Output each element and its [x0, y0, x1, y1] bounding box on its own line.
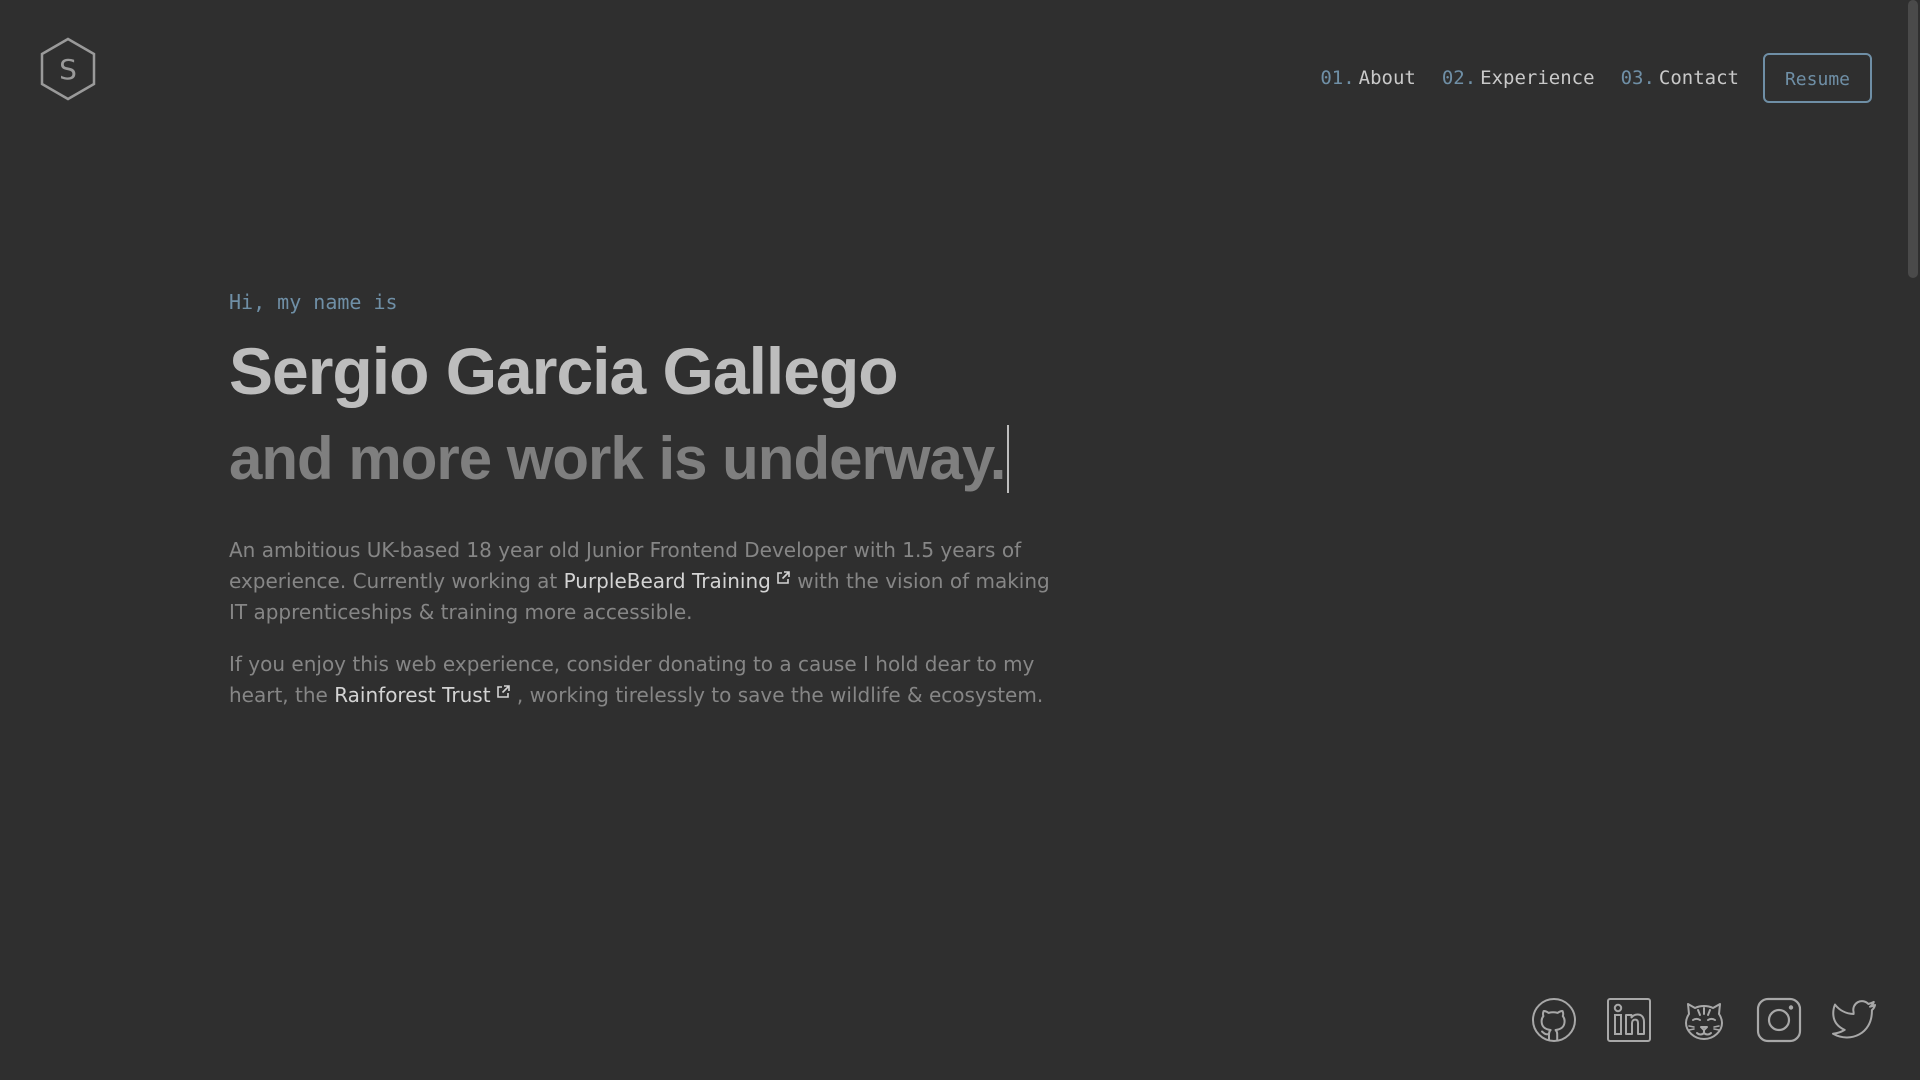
- logo-link[interactable]: S: [38, 36, 98, 102]
- nav-label: Contact: [1658, 67, 1739, 89]
- linkedin-icon: [1607, 998, 1651, 1042]
- linkedin-link[interactable]: [1605, 996, 1653, 1044]
- hero-section: Hi, my name is Sergio Garcia Gallego and…: [229, 290, 1129, 711]
- nav-number: 02.: [1441, 67, 1477, 89]
- hero-name: Sergio Garcia Gallego: [229, 334, 899, 408]
- external-link-icon: [495, 684, 511, 700]
- hero-tagline: and more work is underway.: [229, 423, 1129, 495]
- twitter-link[interactable]: [1830, 996, 1878, 1044]
- donate-text: , working tirelessly to save the wildlif…: [510, 683, 1044, 708]
- tagline-text: and more work is underway.: [229, 425, 1006, 493]
- nav-number: 03.: [1620, 67, 1655, 89]
- donate-paragraph: If you enjoy this web experience, consid…: [229, 649, 1059, 711]
- tiger-icon: [1685, 1003, 1723, 1040]
- external-link-icon: [775, 570, 791, 586]
- typing-caret: [1007, 425, 1010, 494]
- svg-text:S: S: [59, 53, 77, 86]
- github-link[interactable]: [1530, 996, 1578, 1044]
- link-text: Rainforest Trust: [334, 683, 491, 708]
- nav-item-experience[interactable]: 02. Experience: [1442, 67, 1595, 89]
- resume-button[interactable]: Resume: [1762, 53, 1872, 103]
- page-scrollbar[interactable]: [1908, 0, 1920, 1080]
- nav-item-contact[interactable]: 03. Contact: [1621, 67, 1739, 89]
- rainforest-trust-link[interactable]: Rainforest Trust: [334, 683, 510, 707]
- bio-paragraph: An ambitious UK-based 18 year old Junior…: [229, 535, 1059, 628]
- hexagon-logo-icon: S: [40, 37, 96, 101]
- link-text: PurpleBeard Training: [563, 569, 771, 594]
- instagram-link[interactable]: [1755, 996, 1803, 1044]
- nav-item-about[interactable]: 01. About: [1320, 67, 1416, 89]
- greeting-text: Hi, my name is: [229, 290, 398, 314]
- nav-label: Experience: [1480, 67, 1595, 89]
- nav-number: 01.: [1320, 67, 1355, 89]
- main-nav: 01. About 02. Experience 03. Contact Res…: [1320, 53, 1872, 103]
- social-links: [1530, 996, 1878, 1044]
- github-icon: [1532, 998, 1576, 1042]
- scrollbar-thumb[interactable]: [1908, 0, 1918, 278]
- purplebeard-link[interactable]: PurpleBeard Training: [564, 569, 791, 593]
- instagram-icon: [1756, 997, 1802, 1043]
- twitter-icon: [1832, 1000, 1876, 1039]
- tiger-link[interactable]: [1680, 996, 1728, 1044]
- nav-label: About: [1358, 67, 1416, 89]
